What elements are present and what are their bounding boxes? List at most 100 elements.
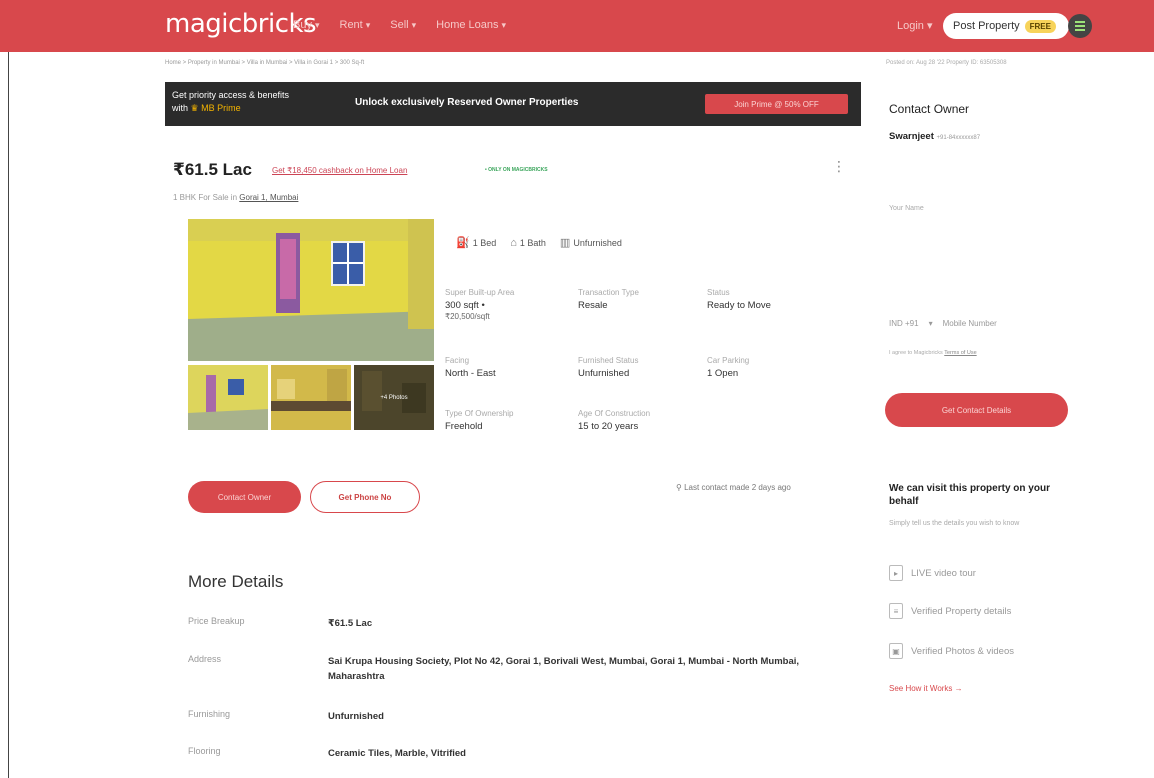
detail-key: Flooring	[188, 746, 221, 756]
terms-link[interactable]: Terms of Use	[944, 350, 976, 356]
last-contact-info: ⚲ Last contact made 2 days ago	[676, 483, 791, 492]
nav-buy-label: Buy	[293, 19, 312, 31]
video-icon: ▸	[889, 565, 903, 581]
chevron-down-icon: ▾	[411, 19, 417, 30]
last-contact-text: Last contact made 2 days ago	[684, 483, 791, 492]
mobile-field[interactable]: IND +91 ▾ Mobile Number	[889, 319, 997, 328]
spec-label: Super Built-up Area	[445, 288, 515, 297]
more-details-title: More Details	[188, 572, 284, 591]
spec-status: Status Ready to Move	[707, 288, 771, 312]
owner-name: Swarnjeet +91-84xxxxxx87	[889, 131, 980, 142]
breadcrumb[interactable]: Home > Property in Mumbai > Villa in Mum…	[165, 60, 364, 66]
spec-facing: Facing North - East	[445, 356, 496, 380]
location-link[interactable]: Gorai 1, Mumbai	[239, 193, 298, 202]
bath-icon: ⌂	[510, 236, 517, 249]
cashback-link[interactable]: Get ₹18,450 cashback on Home Loan	[272, 166, 407, 175]
property-price: ₹61.5 Lac	[173, 160, 252, 179]
main-property-photo[interactable]	[188, 219, 434, 361]
spec-furnished-status: Furnished Status Unfurnished	[578, 356, 638, 380]
login-link[interactable]: Login ▾	[897, 19, 933, 32]
get-phone-button[interactable]: Get Phone No	[310, 481, 420, 513]
feature-bath: ⌂ 1 Bath	[510, 236, 546, 249]
chevron-down-icon: ▾	[928, 319, 933, 328]
nav-rent[interactable]: Rent ▾	[340, 19, 371, 31]
nav-home-loans[interactable]: Home Loans ▾	[436, 19, 506, 31]
area-rate: ₹20,500/sqft	[445, 312, 490, 321]
detail-key: Price Breakup	[188, 616, 245, 626]
post-property-button[interactable]: Post Property FREE	[943, 13, 1069, 39]
nav-home-loans-label: Home Loans	[436, 19, 499, 31]
feature-bed-label: 1 Bed	[472, 237, 497, 248]
only-on-magicbricks-badge: • ONLY ON MAGICBRICKS	[485, 167, 548, 173]
chevron-down-icon: ▾	[926, 20, 933, 32]
visit-item-photos: ▣ Verified Photos & videos	[889, 643, 1014, 659]
detail-value: Ceramic Tiles, Marble, Vitrified	[328, 748, 466, 759]
login-label: Login	[897, 20, 924, 32]
country-code-select[interactable]: IND +91	[889, 319, 919, 328]
prime-line2-prefix: with	[172, 103, 189, 113]
sidebar-title: Contact Owner	[889, 102, 970, 116]
spec-ownership: Type Of Ownership Freehold	[445, 409, 513, 433]
photo-icon: ▣	[889, 643, 903, 659]
join-prime-button[interactable]: Join Prime @ 50% OFF	[705, 94, 848, 114]
visit-item-label: Verified Property details	[911, 605, 1012, 617]
visit-title: We can visit this property on your behal…	[889, 483, 1050, 507]
posted-info: Posted on: Aug 28 '22 Property ID: 63505…	[886, 60, 1007, 66]
main-nav: Buy ▾ Rent ▾ Sell ▾ Home Loans ▾	[293, 19, 506, 31]
thumbnail-illustration	[271, 365, 351, 430]
visit-item-label: Verified Photos & videos	[911, 645, 1014, 657]
spec-transaction-type: Transaction Type Resale	[578, 288, 639, 312]
detail-key: Furnishing	[188, 709, 231, 719]
mobile-number-input[interactable]: Mobile Number	[943, 319, 997, 328]
contact-owner-button[interactable]: Contact Owner	[188, 481, 301, 513]
document-icon: ≡	[889, 603, 903, 619]
chevron-down-icon: ▾	[314, 19, 320, 30]
spec-value: North - East	[445, 368, 496, 379]
nav-sell[interactable]: Sell ▾	[390, 19, 416, 31]
more-options-icon[interactable]: ⋮	[832, 158, 846, 175]
spec-car-parking: Car Parking 1 Open	[707, 356, 749, 380]
crown-icon: ♛	[190, 103, 199, 113]
prime-line2: with ♛ MB Prime	[172, 102, 289, 115]
thumbnail-illustration	[188, 365, 268, 430]
spec-label: Facing	[445, 356, 470, 365]
detail-key: Address	[188, 654, 222, 664]
nav-rent-label: Rent	[339, 19, 363, 31]
spec-value: Resale	[578, 300, 608, 311]
spec-age-of-construction: Age Of Construction 15 to 20 years	[578, 409, 650, 433]
spec-super-built-up-area: Super Built-up Area 300 sqft • ₹20,500/s…	[445, 288, 514, 321]
nav-buy[interactable]: Buy ▾	[293, 19, 320, 31]
photo-thumbnail[interactable]	[271, 365, 351, 430]
get-contact-details-button[interactable]: Get Contact Details	[885, 393, 1068, 427]
property-features: ⛽ 1 Bed ⌂ 1 Bath ▥ Unfurnished	[456, 236, 622, 250]
visit-item-video: ▸ LIVE video tour	[889, 565, 976, 581]
see-how-it-works-link[interactable]: See How it Works →	[889, 684, 963, 693]
name-field[interactable]: Your Name	[889, 205, 924, 212]
free-badge: FREE	[1024, 19, 1056, 33]
photo-thumbnail[interactable]	[188, 365, 268, 430]
spec-value: 1 Open	[707, 368, 739, 379]
room-photo-illustration	[188, 219, 434, 361]
spec-label: Furnished Status	[578, 356, 639, 365]
spec-value: Freehold	[445, 421, 483, 432]
subtitle-prefix: 1 BHK For Sale in	[173, 193, 238, 202]
info-icon[interactable]: •	[481, 300, 484, 311]
more-photos-overlay[interactable]: +4 Photos	[354, 365, 434, 430]
masked-phone: +91-84xxxxxx87	[936, 135, 981, 141]
photo-thumbnail[interactable]: +4 Photos	[354, 365, 434, 430]
terms-checkbox-label[interactable]: I agree to Magicbricks Terms of Use	[889, 350, 977, 356]
prime-benefits-text: Get priority access & benefits with ♛ MB…	[172, 89, 289, 115]
property-subtitle: 1 BHK For Sale in Gorai 1, Mumbai	[173, 193, 298, 202]
bed-icon: ⛽	[456, 237, 470, 249]
post-property-label: Post Property	[953, 20, 1020, 32]
spec-value: 15 to 20 years	[578, 421, 639, 432]
person-icon: ⚲	[676, 483, 682, 492]
terms-prefix: I agree to Magicbricks	[889, 350, 943, 356]
area-value: 300 sqft	[445, 300, 479, 311]
prime-headline: Unlock exclusively Reserved Owner Proper…	[355, 97, 579, 108]
visit-item-property-details: ≡ Verified Property details	[889, 603, 1011, 619]
page-edge-divider	[8, 52, 9, 778]
spec-label: Car Parking	[707, 356, 750, 365]
hamburger-menu-icon[interactable]	[1068, 14, 1092, 38]
nav-sell-label: Sell	[390, 19, 409, 31]
